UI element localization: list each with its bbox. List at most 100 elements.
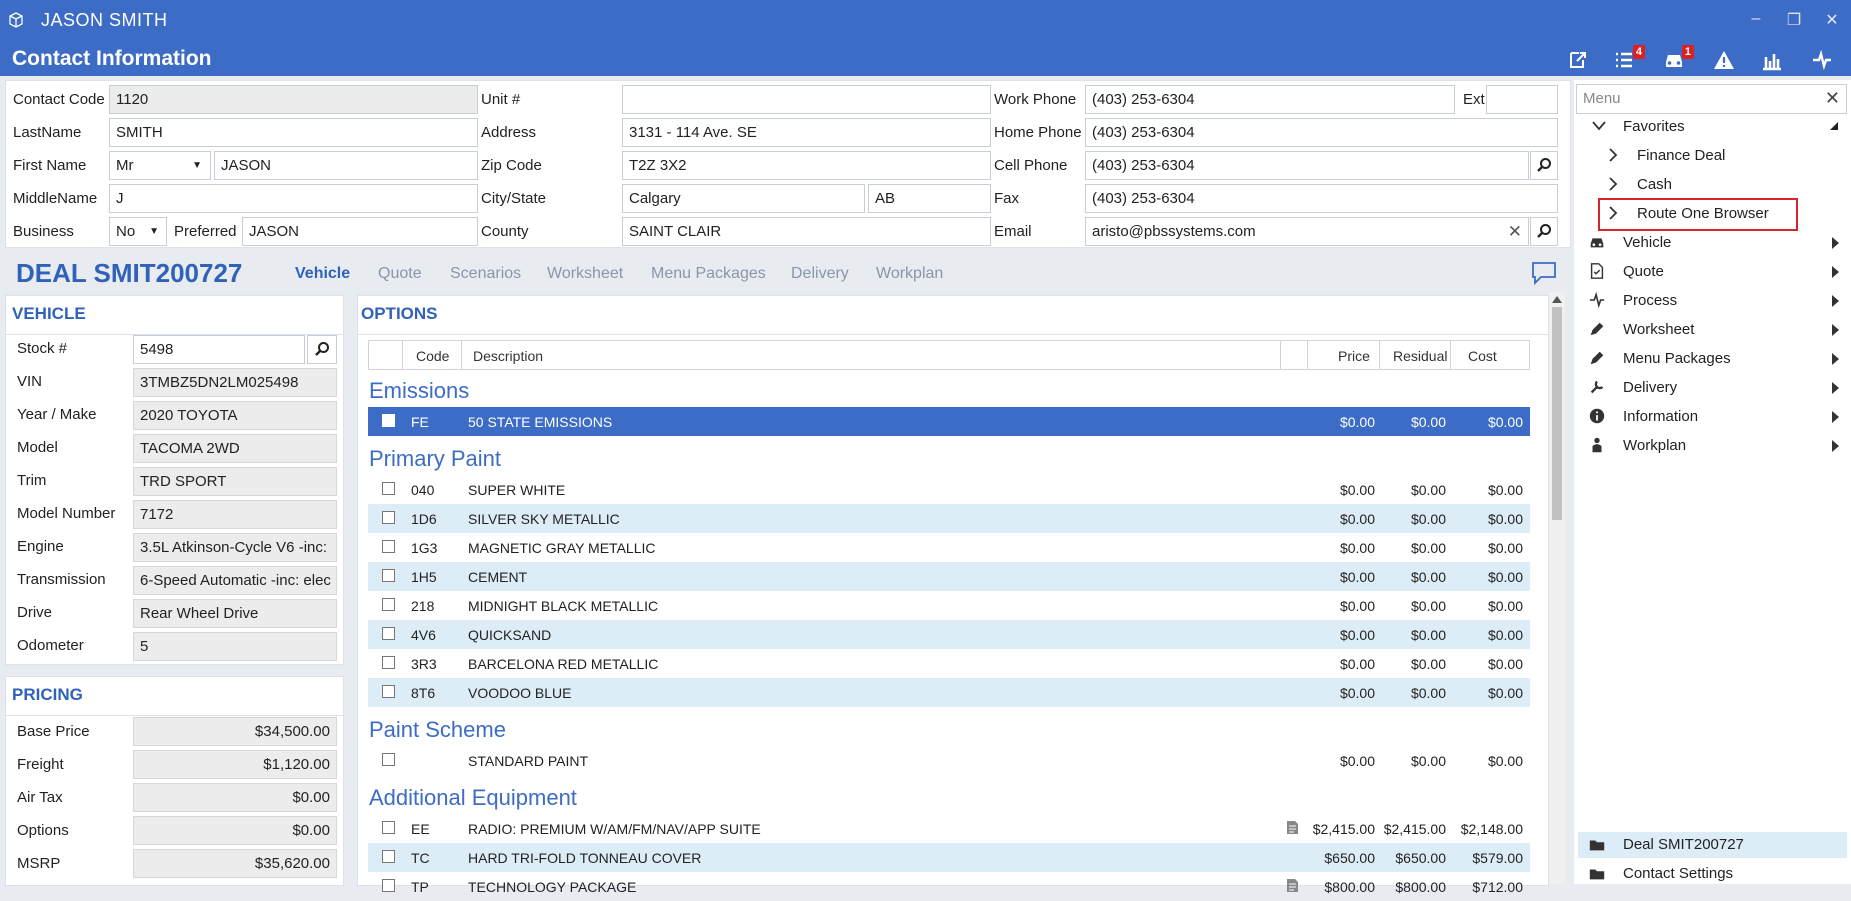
column-header-cost[interactable]: Cost bbox=[1468, 348, 1497, 364]
msrp-field[interactable]: $35,620.00 bbox=[133, 849, 337, 878]
close-window-button[interactable]: ✕ bbox=[1822, 10, 1842, 30]
stock-number-field[interactable]: 5498 bbox=[133, 335, 305, 364]
option-row[interactable]: 040 SUPER WHITE $0.00 $0.00 $0.00 bbox=[368, 475, 1530, 504]
option-checkbox[interactable] bbox=[382, 598, 395, 611]
menu-item[interactable]: Worksheet bbox=[1574, 317, 1851, 343]
option-row[interactable]: STANDARD PAINT $0.00 $0.00 $0.00 bbox=[368, 746, 1530, 775]
air-tax-field[interactable]: $0.00 bbox=[133, 783, 337, 812]
tab-quote[interactable]: Quote bbox=[378, 265, 422, 283]
tab-workplan[interactable]: Workplan bbox=[876, 265, 943, 283]
option-checkbox[interactable] bbox=[382, 821, 395, 834]
option-row[interactable]: TC HARD TRI-FOLD TONNEAU COVER $650.00 $650… bbox=[368, 843, 1530, 872]
note-icon[interactable] bbox=[1286, 820, 1299, 835]
option-row[interactable]: 218 MIDNIGHT BLACK METALLIC $0.00 $0.00 $0.0… bbox=[368, 591, 1530, 620]
restore-button[interactable]: ❐ bbox=[1784, 10, 1804, 30]
vin-field[interactable]: 3TMBZ5DN2LM025498 bbox=[133, 368, 337, 397]
menu-bottom-item[interactable]: Contact Settings bbox=[1578, 861, 1847, 887]
menu-item[interactable]: Workplan bbox=[1574, 433, 1851, 459]
option-row[interactable]: TP TECHNOLOGY PACKAGE $800.00 $800.00 $712.0… bbox=[368, 872, 1530, 901]
address-field[interactable]: 3131 - 114 Ave. SE bbox=[622, 118, 991, 147]
last-name-field[interactable]: SMITH bbox=[109, 118, 478, 147]
tab-delivery[interactable]: Delivery bbox=[791, 265, 849, 283]
model-number-field[interactable]: 7172 bbox=[133, 500, 337, 529]
option-checkbox[interactable] bbox=[382, 685, 395, 698]
middle-name-field[interactable]: J bbox=[109, 184, 478, 213]
tab-menu-packages[interactable]: Menu Packages bbox=[651, 265, 766, 283]
work-phone-field[interactable]: (403) 253-6304 bbox=[1085, 85, 1455, 114]
option-row[interactable]: EE RADIO: PREMIUM W/AM/FM/NAV/APP SUITE $2… bbox=[368, 814, 1530, 843]
cell-phone-search-button[interactable] bbox=[1530, 151, 1558, 180]
option-row[interactable]: 8T6 VOODOO BLUE $0.00 $0.00 $0.00 bbox=[368, 678, 1530, 707]
salutation-select[interactable]: Mr ▼ bbox=[109, 151, 211, 180]
option-row[interactable]: 4V6 QUICKSAND $0.00 $0.00 $0.00 bbox=[368, 620, 1530, 649]
contact-code-field[interactable]: 1120 bbox=[109, 85, 478, 114]
menu-item[interactable]: Vehicle bbox=[1574, 230, 1851, 256]
close-icon[interactable]: ✕ bbox=[1825, 85, 1840, 112]
option-row[interactable]: 1G3 MAGNETIC GRAY METALLIC $0.00 $0.00 $0.00 bbox=[368, 533, 1530, 562]
option-checkbox[interactable] bbox=[382, 879, 395, 892]
vehicle-alert-icon[interactable]: 1 bbox=[1662, 45, 1694, 71]
column-header-price[interactable]: Price bbox=[1338, 348, 1370, 364]
options-scrollbar[interactable] bbox=[1549, 292, 1565, 884]
drive-field[interactable]: Rear Wheel Drive bbox=[133, 599, 337, 628]
menu-item[interactable]: Delivery bbox=[1574, 375, 1851, 401]
option-row[interactable]: 1H5 CEMENT $0.00 $0.00 $0.00 bbox=[368, 562, 1530, 591]
freight-field[interactable]: $1,120.00 bbox=[133, 750, 337, 779]
tab-scenarios[interactable]: Scenarios bbox=[450, 265, 521, 283]
ext-field[interactable] bbox=[1486, 85, 1558, 114]
options-price-field[interactable]: $0.00 bbox=[133, 816, 337, 845]
process-icon[interactable] bbox=[1811, 49, 1837, 71]
minimize-button[interactable]: – bbox=[1746, 10, 1766, 30]
option-row[interactable]: FE 50 STATE EMISSIONS $0.00 $0.00 $0.00 bbox=[368, 407, 1530, 436]
engine-field[interactable]: 3.5L Atkinson-Cycle V6 -inc: bbox=[133, 533, 337, 562]
scrollbar-thumb[interactable] bbox=[1552, 307, 1562, 520]
option-checkbox[interactable] bbox=[382, 753, 395, 766]
county-field[interactable]: SAINT CLAIR bbox=[622, 217, 991, 246]
unit-field[interactable] bbox=[622, 85, 991, 114]
state-field[interactable]: AB bbox=[868, 184, 991, 213]
menu-favorite-item[interactable]: Cash bbox=[1574, 172, 1851, 198]
preferred-field[interactable]: JASON bbox=[242, 217, 478, 246]
business-select[interactable]: No ▼ bbox=[109, 217, 167, 246]
zip-code-field[interactable]: T2Z 3X2 bbox=[622, 151, 991, 180]
transmission-field[interactable]: 6-Speed Automatic -inc: elec bbox=[133, 566, 337, 595]
scroll-up-icon[interactable] bbox=[1552, 296, 1562, 303]
option-checkbox[interactable] bbox=[382, 627, 395, 640]
model-field[interactable]: TACOMA 2WD bbox=[133, 434, 337, 463]
comment-icon[interactable] bbox=[1531, 261, 1557, 285]
bar-chart-icon[interactable] bbox=[1761, 49, 1787, 71]
column-header-description[interactable]: Description bbox=[473, 348, 543, 364]
trim-field[interactable]: TRD SPORT bbox=[133, 467, 337, 496]
option-checkbox[interactable] bbox=[382, 511, 395, 524]
option-checkbox[interactable] bbox=[382, 569, 395, 582]
tab-vehicle[interactable]: Vehicle bbox=[295, 265, 350, 283]
option-row[interactable]: 1D6 SILVER SKY METALLIC $0.00 $0.00 $0.00 bbox=[368, 504, 1530, 533]
menu-item[interactable]: Process bbox=[1574, 288, 1851, 314]
email-search-button[interactable] bbox=[1530, 217, 1558, 246]
city-field[interactable]: Calgary bbox=[622, 184, 865, 213]
option-checkbox[interactable] bbox=[382, 656, 395, 669]
menu-favorite-item[interactable]: Finance Deal bbox=[1574, 143, 1851, 169]
option-checkbox[interactable] bbox=[382, 850, 395, 863]
fax-field[interactable]: (403) 253-6304 bbox=[1085, 184, 1558, 213]
tab-worksheet[interactable]: Worksheet bbox=[547, 265, 623, 283]
cell-phone-field[interactable]: (403) 253-6304 bbox=[1085, 151, 1529, 180]
first-name-field[interactable]: JASON bbox=[214, 151, 478, 180]
option-checkbox[interactable] bbox=[382, 540, 395, 553]
option-checkbox[interactable] bbox=[382, 482, 395, 495]
menu-item[interactable]: Menu Packages bbox=[1574, 346, 1851, 372]
menu-favorites-header[interactable]: Favorites bbox=[1574, 114, 1851, 140]
email-field[interactable]: aristo@pbssystems.com ✕ bbox=[1085, 217, 1529, 246]
option-row[interactable]: 3R3 BARCELONA RED METALLIC $0.00 $0.00 $0.00 bbox=[368, 649, 1530, 678]
column-header-code[interactable]: Code bbox=[416, 348, 449, 364]
home-phone-field[interactable]: (403) 253-6304 bbox=[1085, 118, 1558, 147]
menu-bottom-item[interactable]: Deal SMIT200727 bbox=[1578, 832, 1847, 858]
note-icon[interactable] bbox=[1286, 878, 1299, 893]
year-make-field[interactable]: 2020 TOYOTA bbox=[133, 401, 337, 430]
clear-email-icon[interactable]: ✕ bbox=[1508, 218, 1522, 245]
warning-icon[interactable] bbox=[1713, 49, 1739, 71]
option-checkbox[interactable] bbox=[382, 414, 395, 427]
menu-favorite-item[interactable]: Route One Browser bbox=[1574, 198, 1851, 231]
export-icon[interactable] bbox=[1567, 49, 1593, 71]
menu-item[interactable]: Quote bbox=[1574, 259, 1851, 285]
